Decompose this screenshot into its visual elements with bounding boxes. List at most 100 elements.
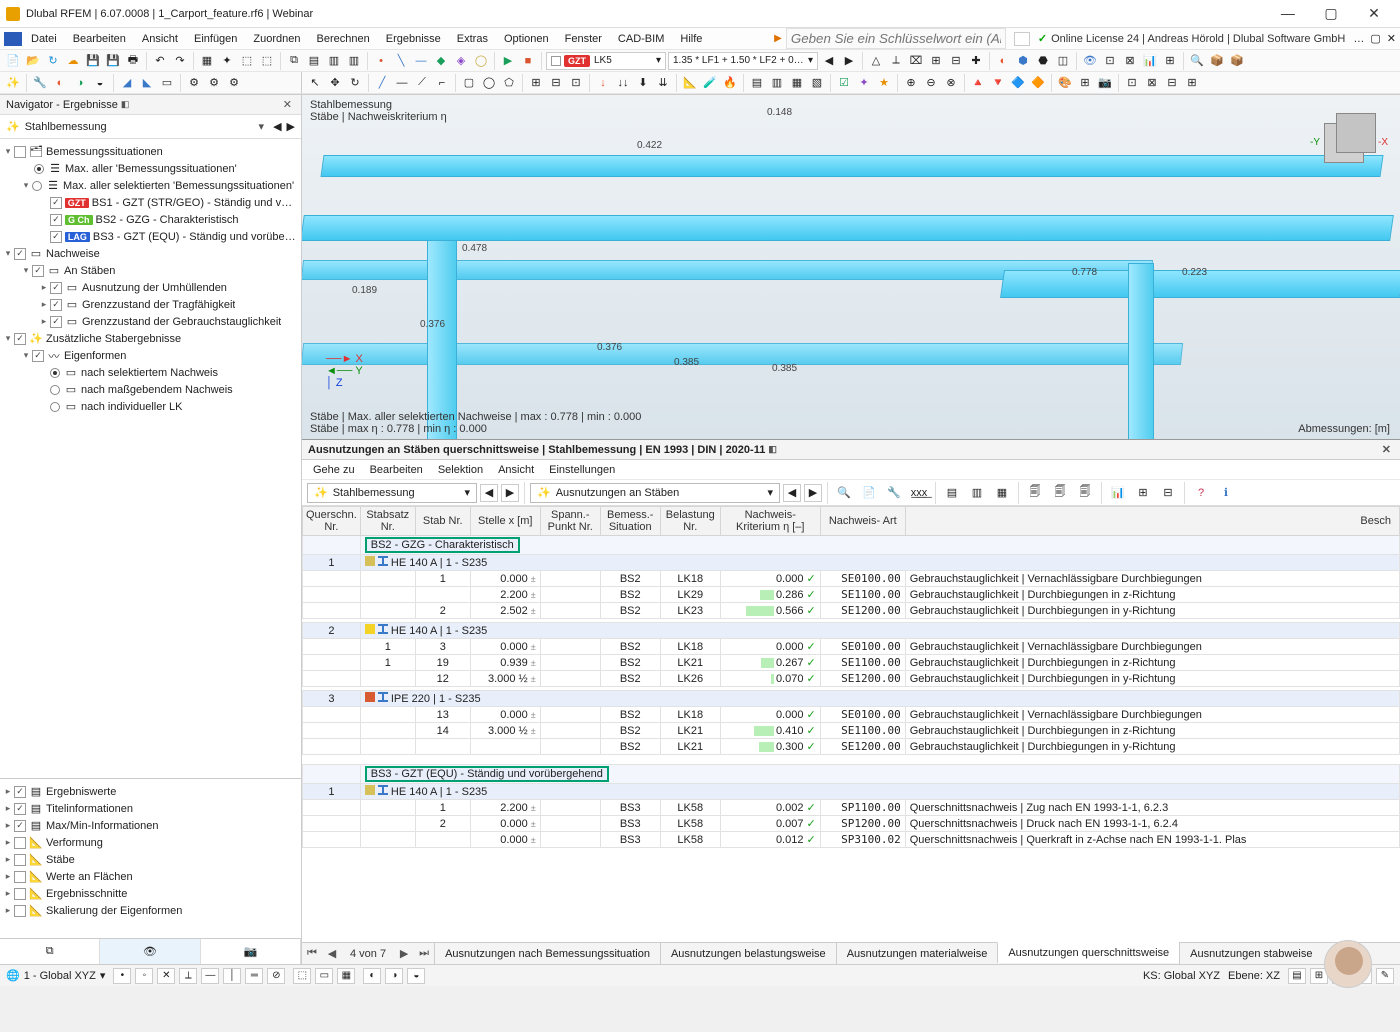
e1-icon[interactable]: ╱ (373, 74, 391, 92)
mdi-close[interactable]: ✕ (1387, 32, 1396, 45)
e10-icon[interactable]: ⊡ (567, 74, 585, 92)
bottom-item[interactable]: Ergebniswerte (46, 786, 116, 798)
results-t3-icon[interactable]: ▦ (991, 483, 1013, 503)
table-row[interactable]: 2 0.000 ± BS3 LK58 0.007 ✓ SP1200.00 Que… (303, 816, 1400, 832)
res-view3-icon[interactable]: ▭ (158, 74, 176, 92)
e7-icon[interactable]: ⬠ (500, 74, 518, 92)
e32-icon[interactable]: 🎨 (1056, 74, 1074, 92)
e27-icon[interactable]: ⊗ (942, 74, 960, 92)
res-view2-icon[interactable]: ◣ (138, 74, 156, 92)
radio[interactable] (32, 181, 42, 191)
menu-berechnen[interactable]: Berechnen (310, 31, 377, 47)
snap-end-icon[interactable]: • (113, 968, 131, 984)
status-b5-icon[interactable]: ✎ (1376, 968, 1394, 984)
save-all-icon[interactable]: 💾 (104, 52, 122, 70)
mdi-restore[interactable]: ▢ (1370, 32, 1380, 45)
node-icon[interactable]: • (372, 52, 390, 70)
view-xy-icon[interactable]: ▭ (315, 968, 333, 984)
member-icon[interactable]: — (412, 52, 430, 70)
res-opt1-icon[interactable]: ⚙ (185, 74, 203, 92)
lc-next-icon[interactable]: ▶ (840, 52, 858, 70)
tool3-icon[interactable]: ⌧ (907, 52, 925, 70)
menu-extras[interactable]: Extras (450, 31, 495, 47)
navigator-selector[interactable]: Stahlbemessung (25, 121, 107, 133)
e9-icon[interactable]: ⊟ (547, 74, 565, 92)
bottom-item[interactable]: Werte an Flächen (46, 871, 133, 883)
table-row[interactable]: 2 2.502 ± BS2 LK23 0.566 ✓ SE1200.00 Geb… (303, 603, 1400, 619)
section-qnr[interactable]: 2 (303, 623, 361, 639)
results-details-icon[interactable]: 📄 (858, 483, 880, 503)
e38-icon[interactable]: ⊞ (1183, 74, 1201, 92)
results-xxx-icon[interactable]: x͟x͟x͟ (908, 483, 930, 503)
results-t2-icon[interactable]: ▥ (966, 483, 988, 503)
menu-optionen[interactable]: Optionen (497, 31, 556, 47)
chk[interactable] (14, 803, 26, 815)
results-settings-icon[interactable]: 🔧 (883, 483, 905, 503)
tab-bs[interactable]: Ausnutzungen nach Bemessungssituation (434, 943, 660, 964)
save-icon[interactable]: 💾 (84, 52, 102, 70)
results-r-next-icon[interactable]: ▶ (804, 484, 822, 502)
results-t4-icon[interactable]: 🗐 (1024, 483, 1046, 503)
e23-icon[interactable]: ✦ (855, 74, 873, 92)
res-opt2-icon[interactable]: ⚙ (205, 74, 223, 92)
results-menu-selekt[interactable]: Selektion (432, 462, 489, 478)
section-label[interactable]: HE 140 A | 1 - S235 (360, 623, 1399, 639)
chk[interactable] (14, 837, 26, 849)
table-row[interactable]: 1 0.000 ± BS2 LK18 0.000 ✓ SE0100.00 Geb… (303, 571, 1400, 587)
res-tool3-icon[interactable]: ◑ (71, 74, 89, 92)
table-row[interactable]: 2.200 ± BS2 LK29 0.286 ✓ SE1100.00 Gebra… (303, 587, 1400, 603)
chk[interactable] (14, 888, 26, 900)
table-row[interactable]: BS2 LK21 0.300 ✓ SE1200.00 Gebrauchstaug… (303, 739, 1400, 755)
bottom-item[interactable]: Titelinformationen (46, 803, 133, 815)
menu-cadbim[interactable]: CAD-BIM (611, 31, 671, 47)
results-menu-einst[interactable]: Einstellungen (543, 462, 621, 478)
status-b1-icon[interactable]: ▤ (1288, 968, 1306, 984)
table-row[interactable]: 1 2.200 ± BS3 LK58 0.002 ✓ SP1100.00 Que… (303, 800, 1400, 816)
view-iso-icon[interactable]: ⬚ (293, 968, 311, 984)
e26-icon[interactable]: ⊖ (922, 74, 940, 92)
nav-tab-data[interactable]: ⧉ (0, 939, 100, 964)
results-menu-gehe[interactable]: Gehe zu (307, 462, 361, 478)
res-view1-icon[interactable]: ◢ (118, 74, 136, 92)
e28-icon[interactable]: 🔺 (969, 74, 987, 92)
undo-icon[interactable]: ↶ (151, 52, 169, 70)
results-r-prev-icon[interactable]: ◀ (783, 484, 801, 502)
e12-icon[interactable]: ↓↓ (614, 74, 632, 92)
tool4-icon[interactable]: ⊞ (927, 52, 945, 70)
nav-next-icon[interactable]: ▶ (287, 120, 295, 133)
zoom-icon[interactable]: 🔍 (1188, 52, 1206, 70)
chk[interactable] (14, 820, 26, 832)
tab-belastung[interactable]: Ausnutzungen belastungsweise (660, 943, 836, 964)
e14-icon[interactable]: ⇊ (654, 74, 672, 92)
col-stab[interactable]: Stab Nr. (415, 507, 470, 536)
bottom-item[interactable]: Stäbe (46, 854, 75, 866)
clip-icon[interactable]: ◐ (994, 52, 1012, 70)
display5-icon[interactable]: ⊞ (1161, 52, 1179, 70)
surface-icon[interactable]: ◆ (432, 52, 450, 70)
results-l-prev-icon[interactable]: ◀ (480, 484, 498, 502)
col-beschr[interactable]: Besch (905, 507, 1399, 536)
e25-icon[interactable]: ⊕ (902, 74, 920, 92)
stop-icon[interactable]: ■ (519, 52, 537, 70)
tab-first-icon[interactable]: ⏮ (302, 947, 322, 960)
e21-icon[interactable]: ▧ (808, 74, 826, 92)
section-label[interactable]: IPE 220 | 1 - S235 (360, 691, 1399, 707)
trans-icon[interactable]: ◫ (1054, 52, 1072, 70)
menu-hilfe[interactable]: Hilfe (673, 31, 709, 47)
results-close-icon[interactable]: ✕ (1379, 443, 1394, 456)
snap-h-icon[interactable]: ═ (245, 968, 263, 984)
nav-tab-eye[interactable]: 👁 (100, 939, 200, 964)
e20-icon[interactable]: ▦ (788, 74, 806, 92)
snap-off-icon[interactable]: ⊘ (267, 968, 285, 984)
results-info-icon[interactable]: ℹ (1215, 483, 1237, 503)
e22-icon[interactable]: ☑ (835, 74, 853, 92)
solid-icon[interactable]: ◈ (452, 52, 470, 70)
results-t1-icon[interactable]: ▤ (941, 483, 963, 503)
cloud-icon[interactable]: ☁ (64, 52, 82, 70)
close-button[interactable]: ✕ (1354, 5, 1394, 22)
view2-icon[interactable]: ⬚ (238, 52, 256, 70)
col-querschn[interactable]: Querschn. Nr. (303, 507, 361, 536)
menu-fenster[interactable]: Fenster (558, 31, 609, 47)
results-t7-icon[interactable]: ⊞ (1132, 483, 1154, 503)
e17-icon[interactable]: 🔥 (721, 74, 739, 92)
